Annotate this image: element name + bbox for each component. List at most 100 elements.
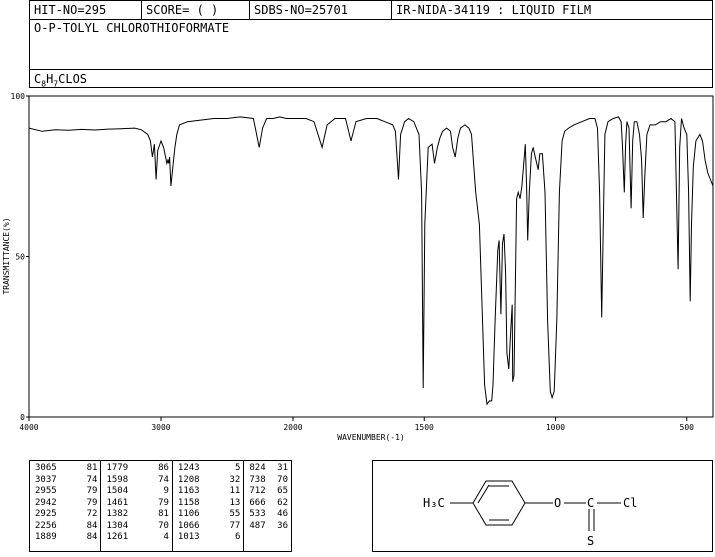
- peak-wavenumber: 1106: [177, 509, 200, 519]
- peak-wavenumber: 1013: [177, 532, 200, 542]
- peak-transmittance: 62: [277, 497, 289, 508]
- peak-wavenumber: 533: [249, 509, 266, 519]
- peak-wavenumber: 824: [249, 463, 266, 473]
- peak-row: 1304 70: [106, 521, 168, 533]
- y-tick-label: 50: [15, 253, 25, 262]
- peak-row: 1013 6: [178, 532, 240, 544]
- peak-wavenumber: 738: [249, 474, 266, 485]
- peak-column: 1243 5 1208 32 1163 11 1158 13 1106 55 1066 77 1013 6: [173, 461, 245, 551]
- peak-wavenumber: 1208: [177, 474, 200, 485]
- peak-transmittance: 86: [158, 463, 169, 473]
- ring-double-bond-left: [477, 484, 490, 504]
- peak-transmittance: 6: [234, 532, 241, 542]
- peak-wavenumber: 1243: [177, 463, 200, 473]
- peak-row: 2955 79: [35, 486, 97, 498]
- y-axis-label: TRANSMITTANCE(%): [2, 217, 11, 294]
- peak-row: 3065 81: [35, 463, 97, 475]
- x-axis-label: WAVENUMBER(-1): [337, 433, 404, 442]
- peak-row: 738 70: [249, 475, 288, 487]
- benzene-ring: [472, 480, 526, 526]
- methyl-group: H₃C: [423, 496, 445, 510]
- peak-row: 1261 4: [106, 532, 168, 544]
- peak-row: 1504 9: [106, 486, 168, 498]
- x-tick-label: 4000: [19, 423, 38, 432]
- peak-transmittance: 9: [163, 486, 169, 496]
- peak-wavenumber: 1461: [106, 497, 129, 508]
- peak-transmittance: 31: [277, 463, 289, 473]
- peak-transmittance: 36: [277, 520, 289, 531]
- peak-transmittance: 74: [86, 474, 98, 485]
- structure-diagram: H₃C O C Cl S: [423, 480, 637, 548]
- peak-wavenumber: 2256: [35, 520, 57, 531]
- spectrum-line: [28, 116, 714, 406]
- x-tick-label: 2000: [283, 423, 302, 432]
- peak-transmittance: 46: [277, 509, 289, 519]
- peak-column: 824 31 738 70 712 65 666 62 533 46 487 36: [244, 461, 291, 551]
- peak-transmittance: 13: [229, 497, 241, 508]
- peak-wavenumber: 2925: [35, 509, 57, 519]
- peak-table: 3065 81 3037 74 2955 79 2942 79 2925 72 2256 84 1889…: [29, 460, 292, 552]
- peak-transmittance: 65: [277, 486, 289, 496]
- peak-transmittance: 70: [277, 474, 289, 485]
- peak-wavenumber: 1261: [106, 532, 129, 542]
- peak-transmittance: 32: [229, 474, 241, 485]
- y-tick-label: 0: [20, 413, 25, 422]
- peak-row: 533 46: [249, 509, 288, 521]
- peak-row: 1779 86: [106, 463, 168, 475]
- peak-row: 1158 13: [178, 498, 240, 510]
- sulfur-atom: S: [587, 534, 594, 548]
- peak-transmittance: 70: [158, 520, 169, 531]
- peak-wavenumber: 1382: [106, 509, 129, 519]
- peak-transmittance: 4: [163, 532, 169, 542]
- x-axis: 4000 3000 2000 1500 1000 500: [19, 417, 694, 432]
- carbon-atom: C: [587, 496, 594, 510]
- peak-row: 1382 81: [106, 509, 168, 521]
- peak-transmittance: 77: [229, 520, 241, 531]
- peak-transmittance: 84: [86, 520, 98, 531]
- peak-transmittance: 5: [234, 463, 241, 473]
- peak-row: 1598 74: [106, 475, 168, 487]
- x-tick-label: 1500: [415, 423, 434, 432]
- peak-transmittance: 84: [86, 532, 98, 542]
- peak-wavenumber: 1598: [106, 474, 129, 485]
- peak-wavenumber: 487: [249, 520, 266, 531]
- peak-wavenumber: 1779: [106, 463, 129, 473]
- peak-transmittance: 81: [86, 463, 98, 473]
- peak-transmittance: 81: [158, 509, 169, 519]
- y-tick-label: 100: [11, 92, 26, 101]
- peak-row: 666 62: [249, 498, 288, 510]
- peak-transmittance: 55: [229, 509, 241, 519]
- peak-wavenumber: 2955: [35, 486, 57, 496]
- peak-row: 1208 32: [178, 475, 240, 487]
- peak-wavenumber: 3037: [35, 474, 57, 485]
- peak-transmittance: 79: [86, 497, 98, 508]
- peak-row: 2925 72: [35, 509, 97, 521]
- peak-row: 1461 79: [106, 498, 168, 510]
- peak-row: 1163 11: [178, 486, 240, 498]
- x-tick-label: 1000: [546, 423, 565, 432]
- plot-frame: [28, 95, 714, 418]
- y-axis: 0 50 100: [11, 92, 29, 422]
- ir-spectrum-chart: 0 50 100 4000 3000 2000 1500 1000 500 TRANSMITT…: [2, 92, 714, 442]
- structure-box: H₃C O C Cl S: [372, 460, 713, 552]
- peak-wavenumber: 1163: [177, 486, 200, 496]
- peak-row: 487 36: [249, 521, 288, 533]
- oxygen-atom: O: [554, 496, 561, 510]
- chlorine-atom: Cl: [623, 496, 637, 510]
- peak-row: 2942 79: [35, 498, 97, 510]
- peak-transmittance: 74: [158, 474, 169, 485]
- peak-transmittance: 79: [158, 497, 169, 508]
- peak-row: 1106 55: [178, 509, 240, 521]
- x-tick-label: 500: [680, 423, 695, 432]
- peak-wavenumber: 712: [249, 486, 266, 496]
- x-tick-label: 3000: [151, 423, 170, 432]
- peak-transmittance: 72: [86, 509, 98, 519]
- peak-row: 3037 74: [35, 475, 97, 487]
- peak-wavenumber: 2942: [35, 497, 57, 508]
- peak-wavenumber: 1158: [177, 497, 200, 508]
- peak-wavenumber: 1066: [177, 520, 200, 531]
- peak-row: 1889 84: [35, 532, 97, 544]
- peak-column: 3065 81 3037 74 2955 79 2942 79 2925 72 2256 84 1889…: [30, 461, 102, 551]
- peak-row: 2256 84: [35, 521, 97, 533]
- peak-wavenumber: 666: [249, 497, 266, 508]
